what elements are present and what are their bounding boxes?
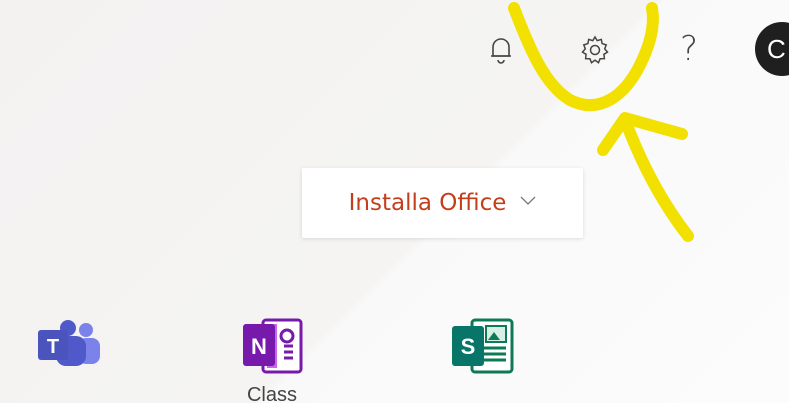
notifications-bell-icon[interactable] (482, 30, 520, 70)
help-glyph: ? (679, 29, 699, 69)
top-header-bar: ? C (0, 0, 789, 110)
app-sway[interactable]: S (448, 318, 518, 384)
svg-text:S: S (461, 334, 476, 359)
settings-gear-icon[interactable] (575, 28, 615, 72)
app-onenote[interactable]: N Class (232, 318, 312, 403)
teams-icon: T (38, 320, 100, 366)
app-onenote-label: Class (246, 384, 297, 403)
install-office-button[interactable]: Installa Office (302, 168, 583, 238)
help-icon[interactable]: ? (672, 24, 706, 74)
chevron-down-icon (520, 196, 536, 206)
avatar-initial: C (767, 33, 786, 64)
install-office-label: Installa Office (348, 190, 507, 216)
svg-text:T: T (47, 336, 59, 358)
app-teams[interactable]: T (36, 318, 106, 378)
svg-text:N: N (251, 334, 267, 359)
sway-icon: S (452, 318, 514, 374)
user-avatar[interactable]: C (755, 22, 789, 76)
onenote-icon: N (243, 318, 303, 374)
